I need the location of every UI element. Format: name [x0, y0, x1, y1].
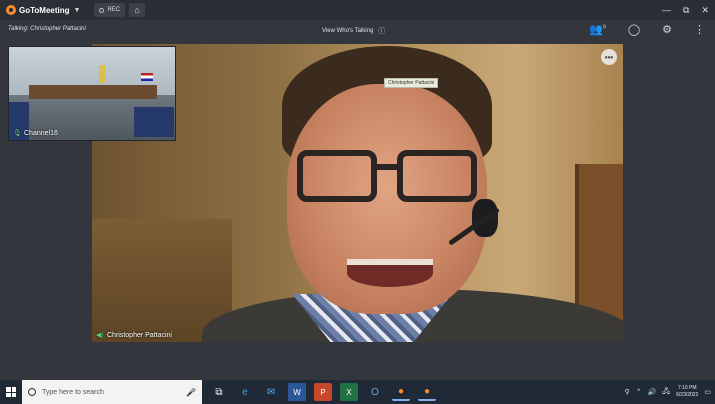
- taskbar-search[interactable]: Type here to search 🎤: [22, 380, 202, 404]
- minimize-button[interactable]: —: [662, 5, 671, 15]
- people-tray-icon[interactable]: ⚲: [625, 388, 630, 396]
- gotomeeting-taskbar-icon-2[interactable]: ●: [418, 383, 436, 401]
- microphone-icon: 🎙: [13, 130, 22, 137]
- windows-icon: [6, 387, 16, 397]
- more-options-button[interactable]: ⋮: [694, 23, 705, 36]
- task-view-icon[interactable]: ⧉: [210, 383, 228, 401]
- more-vertical-icon: ⋮: [694, 24, 705, 36]
- view-whos-talking-label: View Who's Talking: [322, 28, 374, 34]
- start-button[interactable]: [0, 380, 22, 404]
- home-icon: ⌂: [134, 5, 140, 15]
- windows-taskbar: Type here to search 🎤 ⧉ e ✉ W P X O ● ● …: [0, 380, 715, 404]
- thumb-us-flag: [141, 73, 153, 81]
- close-button[interactable]: ✕: [701, 5, 709, 16]
- chat-icon: ◯: [627, 24, 641, 36]
- chat-button[interactable]: ◯: [628, 23, 640, 36]
- gotomeeting-taskbar-icon[interactable]: ●: [392, 383, 410, 401]
- restore-button[interactable]: ⧉: [683, 5, 689, 16]
- clock-date: 6/23/2022: [676, 392, 699, 398]
- app-menu[interactable]: GoToMeeting ▼: [6, 5, 80, 15]
- network-icon[interactable]: 🖧: [662, 387, 670, 398]
- title-bar: GoToMeeting ▼ REC ⌂ — ⧉ ✕: [0, 0, 715, 20]
- info-bar: Talking: Christopher Pattacini View Who'…: [0, 20, 715, 40]
- home-button[interactable]: ⌂: [129, 3, 146, 17]
- talking-indicator: Talking: Christopher Pattacini: [8, 26, 86, 32]
- thumbnail-video-tile[interactable]: 🎙 Channel16: [8, 46, 176, 141]
- thumbnail-participant-name: Channel16: [24, 130, 58, 137]
- excel-icon[interactable]: X: [340, 383, 358, 401]
- outlook-icon[interactable]: O: [366, 383, 384, 401]
- tile-more-button[interactable]: •••: [601, 49, 617, 65]
- thumb-flag: [99, 65, 105, 83]
- attendees-button[interactable]: 👥9: [589, 23, 605, 36]
- notifications-icon[interactable]: ▭: [704, 388, 711, 396]
- gotomeeting-logo-icon: [6, 5, 16, 15]
- person-mouth: [347, 259, 433, 287]
- toolbar-right: 👥9 ◯ ⚙ ⋮: [589, 23, 705, 36]
- search-icon: [28, 388, 36, 396]
- system-tray: ⚲ ⌃ 🔊 🖧 7:10 PM 6/23/2022 ▭: [625, 380, 711, 404]
- speaker-icon: ◀): [96, 332, 104, 339]
- taskbar-apps: ⧉ e ✉ W P X O ● ●: [210, 383, 436, 401]
- thumbnail-participant-label: 🎙 Channel16: [13, 130, 58, 137]
- app-name: GoToMeeting: [19, 5, 70, 15]
- view-whos-talking-button[interactable]: View Who's Talking ⓘ: [322, 26, 385, 36]
- thumb-table-right: [134, 107, 174, 137]
- microphone-icon: 🎤: [186, 387, 196, 397]
- people-icon: 👥: [589, 24, 604, 36]
- clock[interactable]: 7:10 PM 6/23/2022: [676, 385, 698, 399]
- hover-name-tooltip: Christopher Pattacini: [384, 78, 439, 88]
- clock-time: 7:10 PM: [677, 385, 697, 391]
- edge-browser-icon[interactable]: e: [236, 383, 254, 401]
- person-glasses: [297, 150, 477, 206]
- gear-icon: ⚙: [662, 24, 672, 36]
- chevron-down-icon: ▼: [73, 6, 81, 14]
- settings-button[interactable]: ⚙: [662, 23, 672, 36]
- chevron-up-icon[interactable]: ⌃: [636, 388, 642, 396]
- main-participant-label: ◀) Christopher Pattacini: [96, 332, 172, 339]
- mail-icon[interactable]: ✉: [262, 383, 280, 401]
- record-label: REC: [107, 7, 121, 13]
- search-placeholder: Type here to search: [42, 388, 104, 396]
- attendee-count: 9: [603, 24, 606, 31]
- record-button[interactable]: REC: [94, 3, 126, 17]
- window-controls: — ⧉ ✕: [662, 0, 709, 20]
- thumb-dais: [29, 85, 157, 99]
- record-icon: [99, 7, 105, 13]
- volume-icon[interactable]: 🔊: [648, 388, 657, 396]
- powerpoint-icon[interactable]: P: [314, 383, 332, 401]
- main-participant-name: Christopher Pattacini: [107, 332, 172, 339]
- info-icon: ⓘ: [378, 28, 386, 35]
- word-icon[interactable]: W: [288, 383, 306, 401]
